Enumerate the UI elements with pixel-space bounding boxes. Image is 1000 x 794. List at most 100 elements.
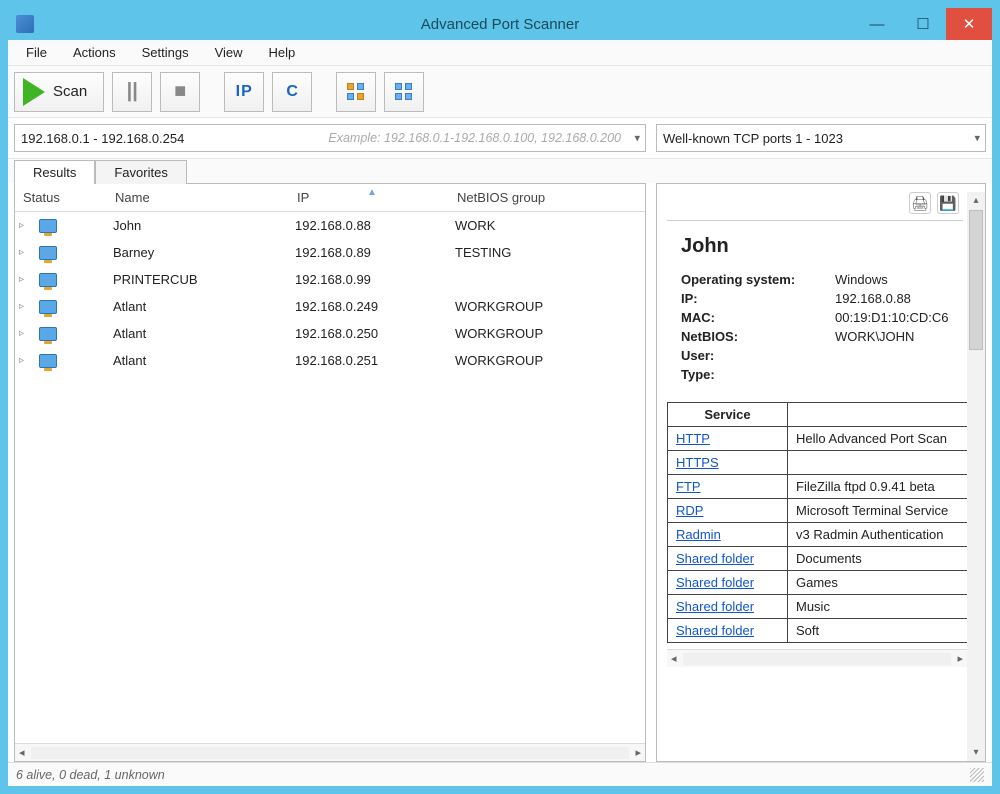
table-row[interactable]: ▹Atlant192.168.0.250WORKGROUP [15, 320, 645, 347]
service-link[interactable]: FTP [676, 479, 701, 494]
detail-v-scrollbar[interactable]: ▴ ▾ [967, 192, 985, 761]
expander-icon[interactable]: ▹ [19, 247, 33, 258]
col-ip[interactable]: IP ▲ [297, 190, 457, 205]
computer-icon [39, 354, 57, 368]
col-status[interactable]: Status [19, 190, 115, 205]
tab-favorites[interactable]: Favorites [95, 160, 186, 184]
app-window: Advanced Port Scanner — ☐ ✕ File Actions… [0, 0, 1000, 794]
statusbar: 6 alive, 0 dead, 1 unknown [8, 762, 992, 786]
table-row[interactable]: ▹Atlant192.168.0.251WORKGROUP [15, 347, 645, 374]
menu-help[interactable]: Help [257, 42, 308, 63]
service-row: Shared folderGames [668, 571, 967, 595]
menu-settings[interactable]: Settings [130, 42, 201, 63]
h-scrollbar[interactable]: ◂ ▸ [15, 743, 645, 761]
scroll-track [683, 653, 952, 665]
service-row: HTTPS [668, 451, 967, 475]
cell-ip: 192.168.0.250 [295, 326, 455, 341]
scan-button[interactable]: Scan [14, 72, 104, 112]
ip-range-input[interactable]: 192.168.0.1 - 192.168.0.254 Example: 192… [14, 124, 646, 152]
menu-actions[interactable]: Actions [61, 42, 128, 63]
service-desc: Music [788, 595, 967, 618]
value-netbios: WORK\JOHN [835, 329, 967, 344]
cell-name: Barney [113, 245, 295, 260]
resize-grip[interactable] [970, 768, 984, 782]
stop-icon: ■ [174, 80, 186, 103]
window-title: Advanced Port Scanner [421, 16, 579, 33]
service-link[interactable]: Shared folder [676, 599, 754, 614]
minimize-button[interactable]: — [854, 8, 900, 40]
network-tree-button[interactable] [336, 72, 376, 112]
service-desc: v3 Radmin Authentication [788, 523, 967, 546]
expander-icon[interactable]: ▹ [19, 220, 33, 231]
content: Status Name IP ▲ NetBIOS group ▹John192.… [8, 183, 992, 762]
maximize-button[interactable]: ☐ [900, 8, 946, 40]
service-row: FTP FileZilla ftpd 0.9.41 beta [668, 475, 967, 499]
label-user: User: [681, 348, 835, 363]
results-pane: Status Name IP ▲ NetBIOS group ▹John192.… [14, 183, 646, 762]
tab-results[interactable]: Results [14, 160, 95, 184]
service-link[interactable]: Shared folder [676, 575, 754, 590]
save-icon: 💾 [939, 195, 956, 212]
computer-icon [39, 273, 57, 287]
table-row[interactable]: ▹John192.168.0.88WORK [15, 212, 645, 239]
cell-netbios: WORKGROUP [455, 299, 645, 314]
ports-value: Well-known TCP ports 1 - 1023 [663, 131, 843, 146]
menu-view[interactable]: View [203, 42, 255, 63]
table-row[interactable]: ▹Barney192.168.0.89TESTING [15, 239, 645, 266]
expander-icon[interactable]: ▹ [19, 355, 33, 366]
cell-netbios: TESTING [455, 245, 645, 260]
stop-button[interactable]: ■ [160, 72, 200, 112]
window-controls: — ☐ ✕ [854, 8, 992, 40]
col-netbios[interactable]: NetBIOS group [457, 190, 645, 205]
expander-icon[interactable]: ▹ [19, 328, 33, 339]
chevron-down-icon: ▾ [634, 132, 640, 145]
results-rows: ▹John192.168.0.88WORK▹Barney192.168.0.89… [15, 212, 645, 743]
service-row: Shared folderSoft [668, 619, 967, 642]
scan-label: Scan [53, 83, 87, 100]
close-button[interactable]: ✕ [946, 8, 992, 40]
print-button[interactable]: 🖨 [909, 192, 931, 214]
menu-file[interactable]: File [14, 42, 59, 63]
service-link[interactable]: Shared folder [676, 623, 754, 638]
save-button[interactable]: 💾 [937, 192, 959, 214]
service-desc: Microsoft Terminal Service [788, 499, 967, 522]
cell-netbios: WORK [455, 218, 645, 233]
status-text: 6 alive, 0 dead, 1 unknown [16, 768, 165, 782]
network-list-button[interactable] [384, 72, 424, 112]
service-link[interactable]: HTTP [676, 431, 710, 446]
c-button[interactable]: C [272, 72, 312, 112]
label-os: Operating system: [681, 272, 835, 287]
scroll-down-icon: ▾ [973, 747, 978, 758]
value-ip: 192.168.0.88 [835, 291, 967, 306]
service-link[interactable]: Radmin [676, 527, 721, 542]
service-desc: FileZilla ftpd 0.9.41 beta [788, 475, 967, 498]
scroll-left-icon: ◂ [671, 652, 677, 665]
cell-ip: 192.168.0.251 [295, 353, 455, 368]
scroll-left-icon: ◂ [19, 746, 25, 759]
pause-button[interactable]: || [112, 72, 152, 112]
detail-h-scrollbar[interactable]: ◂ ▸ [667, 649, 967, 667]
col-name[interactable]: Name [115, 190, 297, 205]
scroll-right-icon: ▸ [635, 746, 641, 759]
computer-icon [39, 246, 57, 260]
table-row[interactable]: ▹PRINTERCUB192.168.0.99 [15, 266, 645, 293]
scroll-thumb[interactable] [969, 210, 983, 350]
range-row: 192.168.0.1 - 192.168.0.254 Example: 192… [8, 118, 992, 159]
scroll-right-icon: ▸ [957, 652, 963, 665]
table-row[interactable]: ▹Atlant192.168.0.249WORKGROUP [15, 293, 645, 320]
value-user [835, 348, 967, 363]
service-link[interactable]: Shared folder [676, 551, 754, 566]
service-row: Shared folder Music [668, 595, 967, 619]
service-link[interactable]: RDP [676, 503, 703, 518]
service-link[interactable]: HTTPS [676, 455, 719, 470]
expander-icon[interactable]: ▹ [19, 301, 33, 312]
cell-ip: 192.168.0.99 [295, 272, 455, 287]
expander-icon[interactable]: ▹ [19, 274, 33, 285]
ip-range-example: Example: 192.168.0.1-192.168.0.100, 192.… [328, 131, 639, 145]
ip-button[interactable]: IP [224, 72, 264, 112]
service-row: RDP Microsoft Terminal Service [668, 499, 967, 523]
scroll-up-icon: ▴ [973, 195, 978, 206]
label-ip: IP: [681, 291, 835, 306]
ports-input[interactable]: Well-known TCP ports 1 - 1023 ▾ [656, 124, 986, 152]
cell-name: Atlant [113, 299, 295, 314]
